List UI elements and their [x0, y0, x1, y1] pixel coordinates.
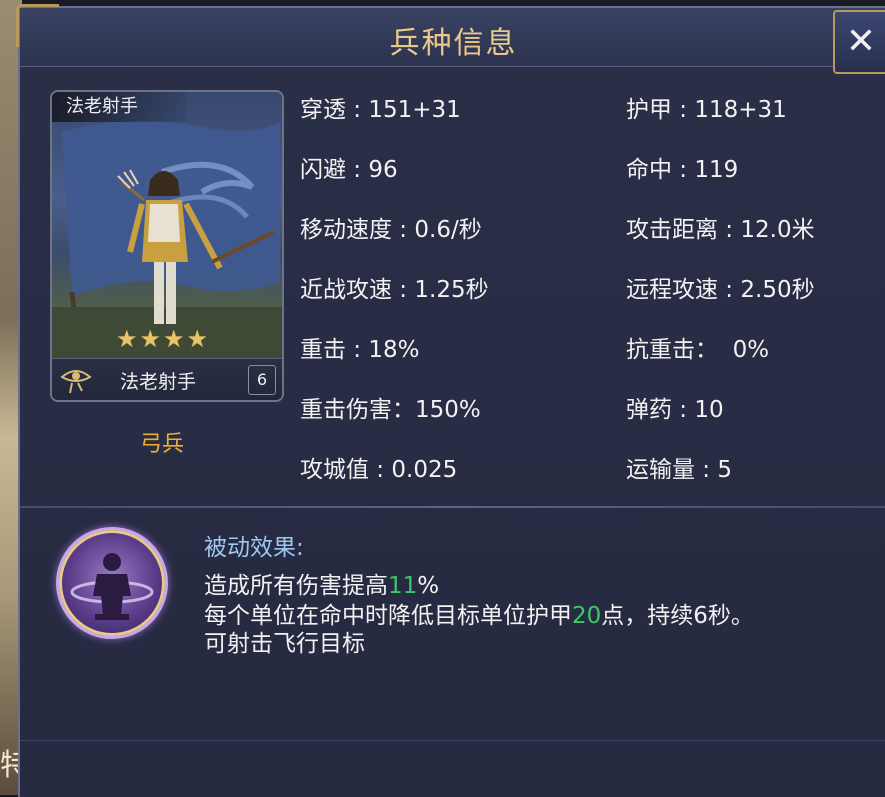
- stat-attack-range: 攻击距离 : 12.0米: [626, 217, 815, 243]
- stat-armor: 护甲 : 118+31: [626, 97, 787, 123]
- passive-title: 被动效果:: [204, 535, 304, 561]
- close-button[interactable]: ✕: [833, 10, 885, 74]
- stat-crit: 重击 : 18%: [300, 337, 420, 363]
- portrait-art: [52, 120, 282, 361]
- unit-portrait: [52, 92, 282, 361]
- stat-transport: 运输量 : 5: [626, 457, 733, 483]
- stat-crit-damage: 重击伤害：150%: [300, 397, 481, 423]
- stat-melee-speed: 近战攻速 : 1.25秒: [300, 277, 489, 303]
- stat-ranged-speed: 远程攻速 : 2.50秒: [626, 277, 815, 303]
- stat-siege: 攻城值 : 0.025: [300, 457, 458, 483]
- unit-name-banner: 法老射手: [52, 92, 186, 122]
- stat-dodge: 闪避 : 96: [300, 157, 398, 183]
- section-divider: [20, 506, 885, 508]
- star-rating: ★ ★ ★ ★: [116, 326, 226, 352]
- warrior-silhouette-icon: [70, 553, 154, 620]
- passive-value: 20: [572, 603, 602, 629]
- unit-card-footer: 法老射手 6: [52, 358, 282, 400]
- stat-ammo: 弹药 : 10: [626, 397, 724, 423]
- stat-accuracy: 命中 : 119: [626, 157, 739, 183]
- star-icon: ★: [163, 325, 185, 353]
- star-icon: ★: [186, 325, 209, 353]
- unit-level-badge: 6: [248, 365, 276, 395]
- star-icon: ★: [116, 325, 138, 353]
- unit-info-panel: 兵种信息 ✕ 法老射手 ★ ★ ★ ★ 法老射手 6 弓兵 穿透: 151+3…: [16, 4, 885, 797]
- passive-text: 点，持续6秒。: [601, 603, 754, 629]
- passive-effect-1: 造成所有伤害提高11%: [204, 566, 439, 600]
- panel-header: 兵种信息 ✕: [16, 4, 885, 74]
- unit-name: 法老射手: [120, 371, 197, 393]
- panel-title: 兵种信息: [389, 26, 518, 61]
- stat-crit-resist: 抗重击： 0%: [626, 337, 770, 363]
- unit-type-label: 弓兵: [140, 432, 185, 457]
- passive-skill-icon[interactable]: [56, 527, 168, 639]
- bottom-divider: [20, 740, 885, 741]
- stat-penetration: 穿透 : 151+31: [300, 97, 461, 123]
- passive-effect-3: 可射击飞行目标: [204, 631, 365, 657]
- eye-of-horus-icon: [58, 361, 94, 397]
- close-icon: ✕: [845, 21, 877, 62]
- star-icon: ★: [139, 325, 162, 353]
- stat-move-speed: 移动速度 : 0.6/秒: [300, 217, 482, 243]
- unit-card[interactable]: 法老射手 ★ ★ ★ ★ 法老射手 6: [50, 90, 284, 402]
